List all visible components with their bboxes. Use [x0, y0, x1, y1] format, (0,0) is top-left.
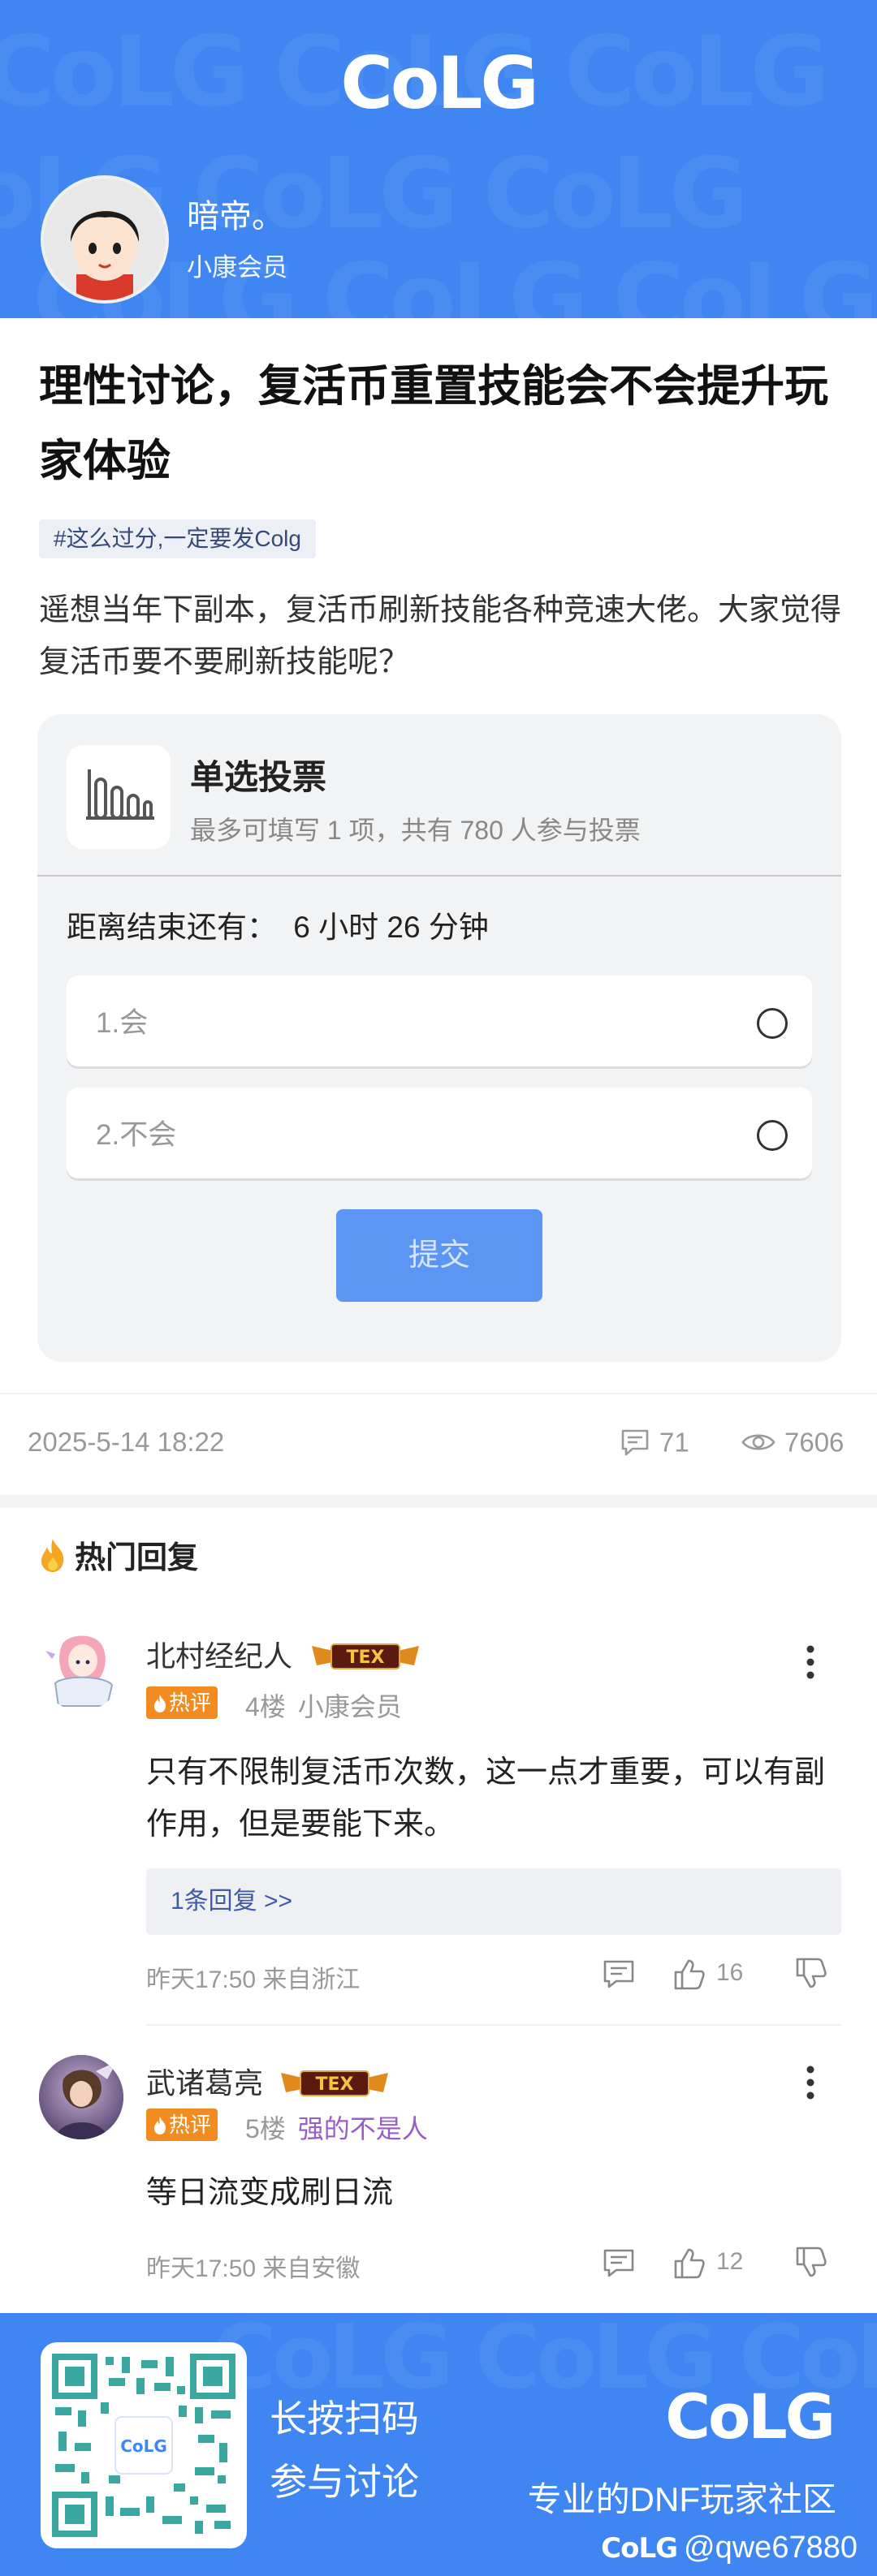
- share-footer: CoLG CoLG CoLG CoLG: [0, 2313, 877, 2576]
- thumbs-down-icon: [796, 2246, 827, 2277]
- reply-avatar[interactable]: [39, 1626, 123, 1711]
- reply-username[interactable]: 北村经纪人: [146, 1633, 292, 1675]
- qr-code-icon: CoLG: [52, 2354, 235, 2537]
- bar-chart-icon: [86, 769, 154, 820]
- watermark-logo: CoLG: [601, 2532, 678, 2565]
- like-button[interactable]: 12: [671, 2242, 743, 2282]
- view-sub-replies-link[interactable]: 1条回复 >>: [146, 1868, 841, 1935]
- user-level: 小康会员: [297, 1692, 402, 1721]
- reply-content: 等日流变成刷日流: [146, 2176, 394, 2210]
- wing-badge-icon: TEX: [312, 1643, 419, 1669]
- user-level: 强的不是人: [297, 2114, 428, 2143]
- fire-icon: [154, 1695, 166, 1712]
- poll-option[interactable]: 2.不会: [67, 1088, 812, 1178]
- vertical-dots-icon: [806, 2066, 814, 2100]
- comment-count[interactable]: 71: [619, 1425, 689, 1458]
- radio-button[interactable]: [757, 1120, 788, 1151]
- like-button[interactable]: 16: [671, 1953, 743, 1993]
- reply-content: 只有不限制复活币次数，这一点才重要，可以有副作用，但是要能下来。: [146, 1755, 826, 1842]
- poll-timer-value: 6 小时 26 分钟: [293, 911, 489, 944]
- poll-title: 单选投票: [190, 758, 327, 796]
- reply-comment-button[interactable]: [601, 2242, 637, 2282]
- poll-timer: 距离结束还有： 6 小时 26 分钟: [67, 902, 489, 946]
- floor-number: 5楼: [245, 2114, 286, 2143]
- topic-tag[interactable]: #这么过分,一定要发Colg: [39, 519, 316, 558]
- fire-icon: [154, 2117, 166, 2134]
- footer-slogan: 专业的DNF玩家社区: [527, 2480, 836, 2518]
- eye-icon: [741, 1434, 775, 1450]
- reply-comment-button[interactable]: [601, 1953, 637, 1993]
- colg-logo: CoLG: [665, 2380, 836, 2453]
- thumbs-up-icon: [674, 1959, 705, 1990]
- fire-icon: [41, 1539, 64, 1572]
- poll-timer-label: 距离结束还有：: [67, 911, 277, 944]
- like-count: 12: [716, 2248, 744, 2275]
- radio-button[interactable]: [757, 1008, 788, 1039]
- post-header: CoLG CoLG CoLG CoLG CoLG CoLG CoLG CoLG …: [0, 0, 877, 318]
- wing-badge-icon: TEX: [281, 2070, 388, 2096]
- comment-count-value: 71: [659, 1427, 689, 1458]
- watermark: CoLG @qwe67880: [601, 2531, 858, 2565]
- view-count: 7606: [741, 1425, 844, 1458]
- poll-option[interactable]: 1.会: [67, 976, 812, 1066]
- character-avatar-icon: [39, 2055, 123, 2139]
- colg-logo: CoLG: [340, 41, 538, 125]
- post-title: 理性讨论，复活币重置技能会不会提升玩家体验: [39, 362, 828, 485]
- thumbs-up-icon: [674, 2248, 705, 2279]
- vertical-dots-icon: [806, 1645, 814, 1679]
- comment-icon: [603, 2249, 634, 2277]
- tex-rank-badge: TEX: [278, 2065, 391, 2100]
- hot-comment-badge: 热评: [146, 2109, 218, 2141]
- hot-badge-label: 热评: [169, 2113, 212, 2137]
- hot-replies-title: 热门回复: [39, 1532, 198, 1577]
- floor-number: 4楼: [245, 1692, 286, 1721]
- reply-floor-info: 5楼 强的不是人: [245, 2109, 428, 2146]
- anime-avatar-icon: [39, 1626, 123, 1711]
- like-count: 16: [716, 1959, 744, 1986]
- poll-card: 单选投票 最多可填写 1 项，共有 780 人参与投票 距离结束还有： 6 小时…: [37, 714, 841, 1362]
- qr-center-logo: CoLG: [120, 2436, 167, 2456]
- author-name[interactable]: 暗帝。: [187, 190, 284, 237]
- qr-caption-line2: 参与讨论: [270, 2461, 419, 2503]
- comment-icon: [621, 1429, 649, 1456]
- tex-badge-text: TEX: [347, 1648, 385, 1668]
- section-separator: [0, 1495, 877, 1508]
- reply-floor-info: 4楼 小康会员: [245, 1686, 402, 1724]
- reply-time-location: 昨天17:50 来自浙江: [146, 1966, 361, 1993]
- poll-subtitle: 最多可填写 1 项，共有 780 人参与投票: [190, 816, 641, 845]
- tex-rank-badge: TEX: [309, 1638, 422, 1674]
- view-count-value: 7606: [784, 1427, 845, 1458]
- divider: [0, 1393, 877, 1394]
- tex-badge-text: TEX: [316, 2074, 354, 2095]
- dislike-button[interactable]: [793, 1953, 828, 1993]
- qr-caption-line1: 长按扫码: [270, 2397, 419, 2440]
- comment-icon: [603, 1960, 634, 1988]
- more-options-icon[interactable]: [801, 2058, 820, 2107]
- author-avatar[interactable]: [41, 175, 169, 304]
- hot-badge-label: 热评: [169, 1691, 212, 1715]
- hot-comment-badge: 热评: [146, 1686, 218, 1719]
- poll-option-label: 1.会: [96, 1007, 149, 1039]
- poll-option-label: 2.不会: [96, 1119, 177, 1151]
- qr-code[interactable]: CoLG: [41, 2342, 247, 2548]
- post-body: 遥想当年下副本，复活币刷新技能各种竞速大佬。大家觉得复活币要不要刷新技能呢？: [39, 593, 842, 679]
- hot-replies-label: 热门回复: [75, 1541, 199, 1575]
- more-options-icon[interactable]: [801, 1638, 820, 1686]
- poll-icon: [67, 745, 171, 849]
- reply-avatar[interactable]: [39, 2055, 123, 2139]
- reply-time-location: 昨天17:50 来自安徽: [146, 2255, 361, 2282]
- avatar-cartoon-icon: [44, 179, 166, 300]
- divider: [146, 2024, 841, 2026]
- submit-button[interactable]: 提交: [336, 1209, 542, 1302]
- divider: [37, 875, 841, 877]
- author-level: 小康会员: [187, 253, 287, 282]
- dislike-button[interactable]: [793, 2242, 828, 2282]
- reply-username[interactable]: 武诸葛亮: [146, 2060, 263, 2102]
- post-date: 2025-5-14 18:22: [28, 1427, 225, 1457]
- thumbs-down-icon: [796, 1958, 827, 1988]
- watermark-user: @qwe67880: [684, 2531, 858, 2565]
